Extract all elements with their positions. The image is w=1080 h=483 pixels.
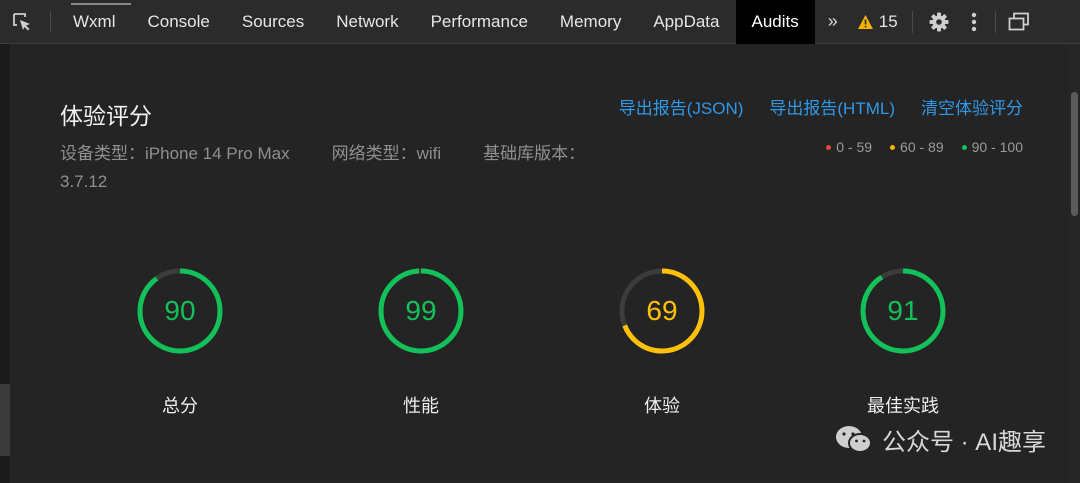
legend-dot [826, 144, 832, 150]
toolbar-divider [994, 10, 996, 33]
score-label-best-practice: 最佳实践 [867, 396, 939, 416]
score-gauge-best-practice: 91 [858, 266, 948, 356]
tab-performance[interactable]: Performance [415, 0, 544, 44]
network-type: 网络类型：wifi [331, 144, 442, 163]
legend-item-average: 60 - 89 [890, 139, 944, 155]
device-type: 设备类型：iPhone 14 Pro Max [60, 144, 290, 163]
legend-dot [890, 144, 896, 150]
score-value: 69 [646, 295, 678, 326]
report-actions: 导出报告(JSON) 导出报告(HTML) 清空体验评分 [619, 94, 1023, 119]
tab-audits[interactable]: Audits [735, 0, 815, 44]
panel-tabs: Wxml Console Sources Network Performance… [57, 0, 815, 44]
watermark-text: 公众号 · AI趣享 [881, 429, 1046, 456]
score-label-performance: 性能 [403, 396, 439, 416]
score-legend: 0 - 59 60 - 89 90 - 100 [826, 139, 1023, 155]
report-title: 体验评分 [60, 103, 152, 129]
tab-wxml[interactable]: Wxml [57, 0, 132, 44]
clear-scores-link[interactable]: 清空体验评分 [921, 94, 1023, 119]
score-label-experience: 体验 [644, 396, 680, 416]
tab-appdata[interactable]: AppData [637, 0, 735, 44]
score-label-total: 总分 [162, 396, 198, 416]
scrollbar[interactable] [1068, 44, 1080, 483]
devtools-toolbar: Wxml Console Sources Network Performance… [0, 0, 1080, 44]
legend-label: 60 - 89 [900, 139, 944, 155]
wechat-icon [835, 425, 872, 453]
tab-network[interactable]: Network [320, 0, 414, 44]
score-gauge-experience: 69 [617, 266, 707, 356]
more-vertical-icon[interactable] [959, 0, 989, 44]
score-gauge-total: 90 [135, 266, 225, 356]
gear-icon[interactable] [919, 0, 959, 44]
legend-label: 90 - 100 [971, 139, 1023, 155]
chevron-double-right-icon[interactable]: » [815, 11, 851, 32]
warnings-counter[interactable]: 15 [851, 12, 906, 32]
score-gauge-performance: 99 [376, 266, 466, 356]
inspect-icon[interactable] [0, 0, 44, 44]
warning-icon [857, 14, 873, 29]
tab-sources[interactable]: Sources [226, 0, 320, 44]
legend-item-poor: 0 - 59 [826, 139, 872, 155]
panel-resize-handle[interactable] [0, 384, 10, 456]
undock-icon[interactable] [1002, 0, 1036, 44]
tab-console[interactable]: Console [131, 0, 225, 44]
score-value: 99 [405, 295, 437, 326]
device-info: 设备类型：iPhone 14 Pro Max 网络类型：wifi 基础库版本：3.7… [60, 140, 620, 196]
score-value: 90 [164, 295, 196, 326]
legend-label: 0 - 59 [836, 139, 873, 155]
toolbar-divider [911, 10, 913, 33]
watermark: 公众号 · AI趣享 [834, 422, 1046, 457]
legend-item-good: 90 - 100 [961, 139, 1023, 155]
left-panel-edge [0, 44, 10, 483]
legend-dot [961, 144, 967, 150]
export-html-link[interactable]: 导出报告(HTML) [769, 94, 895, 119]
export-json-link[interactable]: 导出报告(JSON) [619, 94, 744, 119]
tab-memory[interactable]: Memory [544, 0, 637, 44]
warning-count: 15 [878, 11, 898, 31]
score-value: 91 [887, 295, 919, 326]
scrollbar-thumb[interactable] [1071, 92, 1078, 216]
toolbar-divider [50, 10, 51, 33]
